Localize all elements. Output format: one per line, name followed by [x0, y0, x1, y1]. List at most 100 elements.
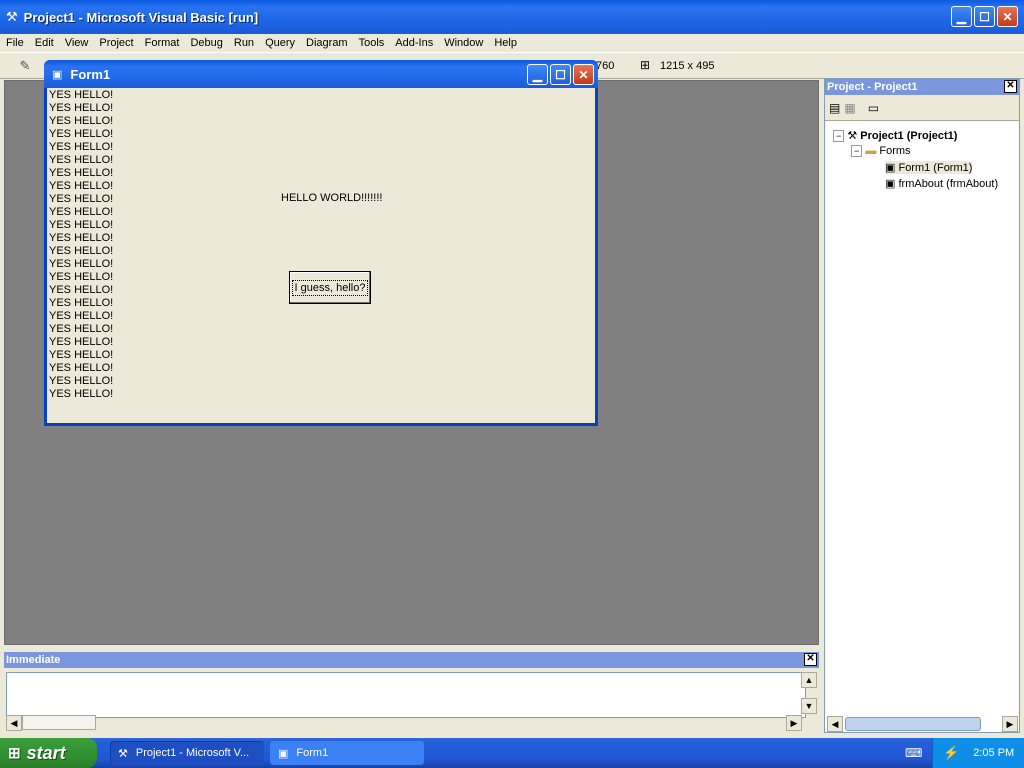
- menu-debug[interactable]: Debug: [190, 37, 222, 49]
- form1-minimize-button[interactable]: ▁: [527, 64, 548, 85]
- minimize-button[interactable]: ▁: [951, 6, 972, 27]
- task-form1-label: Form1: [296, 747, 329, 759]
- menu-window[interactable]: Window: [444, 37, 483, 49]
- position-readout: 760: [596, 60, 615, 72]
- scroll-up-button[interactable]: ▲: [801, 672, 817, 688]
- hello-line: YES HELLO!: [49, 141, 114, 153]
- hello-line: YES HELLO!: [49, 167, 114, 179]
- immediate-window: Immediate ✕ ▲ ▼ ◀ ▶: [4, 652, 819, 732]
- maximize-button[interactable]: ☐: [974, 6, 995, 27]
- network-icon[interactable]: ⚡: [943, 745, 959, 761]
- menu-add-ins[interactable]: Add-Ins: [395, 37, 433, 49]
- immediate-input[interactable]: [6, 672, 806, 718]
- task-vb[interactable]: ⚒ Project1 - Microsoft V...: [110, 741, 264, 765]
- view-object-icon[interactable]: ▦: [844, 101, 855, 115]
- tree-item-frmabout[interactable]: ▣ frmAbout (frmAbout): [885, 177, 998, 190]
- toggle-folders-icon[interactable]: ▭: [868, 101, 879, 115]
- scroll-right-button[interactable]: ▶: [786, 715, 802, 731]
- form1-maximize-button[interactable]: ☐: [550, 64, 571, 85]
- hello-line: YES HELLO!: [49, 349, 114, 361]
- menu-bar: File Edit View Project Format Debug Run …: [0, 34, 1024, 52]
- form-icon: ▣: [885, 178, 896, 190]
- tree-folder-forms[interactable]: − ▬ Forms: [851, 145, 911, 157]
- menu-edit[interactable]: Edit: [35, 37, 54, 49]
- horizontal-scrollbar-thumb[interactable]: [845, 717, 981, 731]
- windows-logo-icon: ⊞: [8, 745, 21, 762]
- hello-line: YES HELLO!: [49, 297, 114, 309]
- hello-line: YES HELLO!: [49, 232, 114, 244]
- menu-view[interactable]: View: [65, 37, 89, 49]
- hello-line: YES HELLO!: [49, 128, 114, 140]
- horizontal-scrollbar-thumb[interactable]: [22, 715, 96, 730]
- hello-line: YES HELLO!: [49, 219, 114, 231]
- hello-line: YES HELLO!: [49, 258, 114, 270]
- hello-line: YES HELLO!: [49, 310, 114, 322]
- hello-line: YES HELLO!: [49, 245, 114, 257]
- menu-tools[interactable]: Tools: [359, 37, 385, 49]
- hello-line: YES HELLO!: [49, 323, 114, 335]
- project-icon: ⚒: [847, 130, 858, 142]
- scroll-right-button[interactable]: ▶: [1002, 716, 1018, 732]
- guess-hello-button[interactable]: I guess, hello?: [289, 271, 371, 304]
- menu-file[interactable]: File: [6, 37, 24, 49]
- hello-line: YES HELLO!: [49, 154, 114, 166]
- keyboard-icon[interactable]: ⌨: [905, 746, 922, 760]
- menu-project[interactable]: Project: [99, 37, 133, 49]
- start-label: start: [26, 742, 66, 763]
- form1-title-bar[interactable]: ▣ Form1 ▁ ☐ ✕: [44, 60, 598, 88]
- form1-item-label: Form1 (Form1): [898, 162, 973, 174]
- hello-line: YES HELLO!: [49, 336, 114, 348]
- immediate-title: Immediate: [6, 654, 61, 666]
- form1-close-button[interactable]: ✕: [573, 64, 594, 85]
- form-icon: ▣: [278, 747, 289, 760]
- folder-icon: ▬: [865, 145, 877, 157]
- start-button[interactable]: ⊞ start: [0, 738, 97, 768]
- menu-run[interactable]: Run: [234, 37, 254, 49]
- menu-query[interactable]: Query: [265, 37, 295, 49]
- immediate-close-button[interactable]: ✕: [804, 653, 817, 666]
- hello-line: YES HELLO!: [49, 388, 114, 400]
- taskbar: ⊞ start ⚒ Project1 - Microsoft V... ▣ Fo…: [0, 738, 1024, 768]
- hello-world-label: HELLO WORLD!!!!!!!: [281, 192, 383, 204]
- hello-line: YES HELLO!: [49, 271, 114, 283]
- collapse-icon[interactable]: −: [833, 130, 845, 142]
- project-explorer-title-bar[interactable]: Project - Project1 ✕: [825, 79, 1019, 95]
- view-code-icon[interactable]: ▤: [829, 101, 840, 115]
- close-button[interactable]: ✕: [997, 6, 1018, 27]
- window-title: Project1 - Microsoft Visual Basic [run]: [23, 9, 259, 25]
- hello-line: YES HELLO!: [49, 362, 114, 374]
- tree-root[interactable]: − ⚒ Project1 (Project1): [833, 129, 957, 142]
- maximize-icon: ☐: [555, 67, 566, 82]
- clock[interactable]: 2:05 PM: [973, 747, 1014, 759]
- project-root-label: Project1 (Project1): [860, 130, 958, 142]
- maximize-icon: ☐: [979, 9, 990, 24]
- vb-app-icon: ⚒: [118, 747, 128, 760]
- menu-diagram[interactable]: Diagram: [306, 37, 348, 49]
- add-project-icon[interactable]: ✎: [14, 56, 36, 76]
- form1-window: ▣ Form1 ▁ ☐ ✕ YES HELLO! YES HELLO! YES HE…: [44, 60, 598, 426]
- scroll-left-button[interactable]: ◀: [6, 715, 22, 731]
- forms-folder-label: Forms: [879, 145, 911, 157]
- project-explorer-toolbar: ▤ ▦ ▭: [825, 95, 1019, 121]
- close-icon: ✕: [578, 67, 589, 82]
- hello-line: YES HELLO!: [49, 102, 114, 114]
- hello-line: YES HELLO!: [49, 89, 114, 101]
- minimize-icon: ▁: [956, 9, 967, 24]
- immediate-title-bar[interactable]: Immediate ✕: [4, 652, 819, 668]
- project-explorer-close-button[interactable]: ✕: [1004, 80, 1017, 93]
- guess-hello-label: I guess, hello?: [291, 279, 369, 296]
- menu-format[interactable]: Format: [145, 37, 180, 49]
- project-explorer: Project - Project1 ✕ ▤ ▦ ▭ − ⚒ Project1 …: [824, 78, 1020, 733]
- vb-app-icon: ⚒: [6, 9, 18, 24]
- form-icon: ▣: [52, 68, 63, 81]
- scroll-down-button[interactable]: ▼: [801, 698, 817, 714]
- tree-item-form1[interactable]: ▣ Form1 (Form1): [885, 161, 973, 174]
- scroll-left-button[interactable]: ◀: [827, 716, 843, 732]
- size-icon: ⊞: [640, 58, 651, 72]
- hello-line: YES HELLO!: [49, 375, 114, 387]
- task-form1[interactable]: ▣ Form1: [270, 741, 424, 765]
- frmabout-item-label: frmAbout (frmAbout): [898, 178, 999, 190]
- form1-title: Form1: [70, 66, 111, 82]
- collapse-icon[interactable]: −: [851, 145, 863, 157]
- menu-help[interactable]: Help: [494, 37, 517, 49]
